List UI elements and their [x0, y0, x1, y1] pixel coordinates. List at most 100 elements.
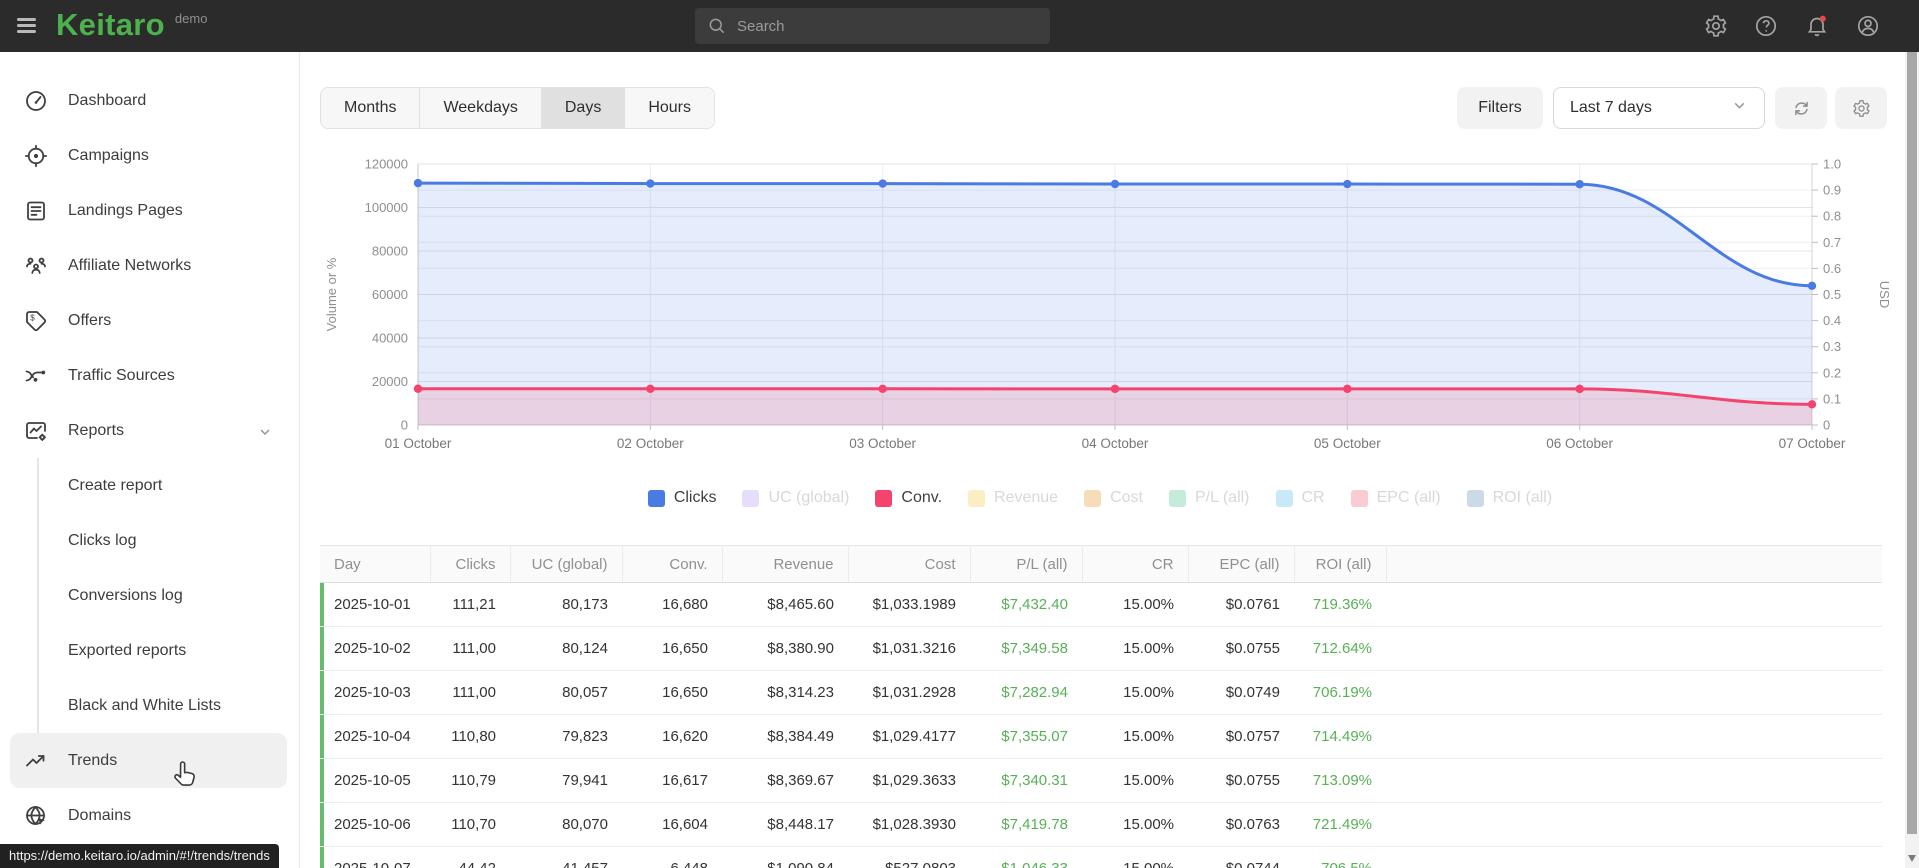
sidebar-item-affiliate-networks[interactable]: Affiliate Networks [0, 238, 299, 293]
column-header[interactable]: Revenue [722, 545, 849, 583]
table-cell: 110,70 [430, 802, 510, 847]
svg-text:02 October: 02 October [617, 436, 684, 451]
column-header[interactable]: CR [1082, 545, 1189, 583]
account-icon[interactable] [1856, 14, 1880, 38]
tab-hours[interactable]: Hours [624, 88, 715, 128]
sidebar-item-label: Dashboard [68, 91, 147, 109]
table-cell-filler [1386, 670, 1882, 715]
column-header[interactable]: UC (global) [510, 545, 623, 583]
hamburger-menu-icon[interactable] [17, 15, 41, 37]
date-range-select[interactable]: Last 7 days [1553, 87, 1765, 129]
sidebar-item-campaigns[interactable]: Campaigns [0, 128, 299, 183]
table-cell: 79,823 [510, 714, 622, 759]
column-header[interactable]: Conv. [622, 545, 723, 583]
column-header[interactable]: Cost [848, 545, 971, 583]
legend-swatch [968, 489, 986, 507]
table-cell: 80,057 [510, 670, 622, 715]
table-cell: 111,21 [430, 582, 510, 627]
sidebar-item-label: Reports [68, 421, 125, 439]
table-cell: $8,384.49 [722, 714, 848, 759]
sidebar-item-landings-pages[interactable]: Landings Pages [0, 183, 299, 238]
sidebar: Dashboard Campaigns Landings Pages Affil… [0, 52, 300, 868]
table-cell: $1,031.3216 [848, 626, 970, 671]
table-cell: 2025-10-05 [320, 758, 430, 803]
brand-badge: demo [174, 10, 208, 26]
vertical-scrollbar[interactable] [1905, 52, 1919, 868]
legend-item-conv[interactable]: Conv. [875, 489, 942, 507]
table-cell-filler [1386, 846, 1882, 868]
sidebar-item-domains[interactable]: Domains [0, 788, 299, 843]
svg-text:0.7: 0.7 [1823, 235, 1841, 250]
sidebar-item-label: Offers [68, 311, 112, 329]
table-cell: 6,448 [622, 846, 722, 868]
column-header[interactable]: ROI (all) [1294, 545, 1387, 583]
table-cell: $1,033.1989 [848, 582, 970, 627]
sidebar-item-offers[interactable]: $ Offers [0, 293, 299, 348]
reports-submenu: Create report Clicks log Conversions log… [37, 458, 299, 733]
notifications-icon[interactable] [1805, 14, 1829, 38]
sidebar-item-exported-reports[interactable]: Exported reports [39, 623, 299, 678]
table-row: 2025-10-06 110,70 80,070 16,604 $8,448.17 $1,… [320, 802, 1882, 847]
chart-settings-button[interactable] [1835, 87, 1887, 129]
sidebar-item-clicks-log[interactable]: Clicks log [39, 513, 299, 568]
column-header[interactable]: P/L (all) [970, 545, 1083, 583]
filters-button[interactable]: Filters [1457, 87, 1543, 129]
table-cell: 111,00 [430, 670, 510, 715]
svg-text:01 October: 01 October [385, 436, 452, 451]
table-cell: $7,340.31 [970, 758, 1082, 803]
svg-text:80000: 80000 [372, 244, 408, 259]
svg-text:03 October: 03 October [849, 436, 916, 451]
table-cell: 80,124 [510, 626, 622, 671]
tab-days[interactable]: Days [540, 88, 625, 128]
table-row: 2025-10-05 110,79 79,941 16,617 $8,369.67 $1,… [320, 758, 1882, 803]
sidebar-item-dashboard[interactable]: Dashboard [0, 73, 299, 128]
brand[interactable]: Keitaro demo [56, 7, 207, 43]
tab-weekdays[interactable]: Weekdays [419, 88, 541, 128]
legend-label: UC (global) [768, 489, 850, 506]
table-cell: $7,432.40 [970, 582, 1082, 627]
tab-months[interactable]: Months [321, 88, 420, 128]
svg-text:20000: 20000 [372, 374, 408, 389]
help-icon[interactable] [1754, 14, 1778, 38]
table-cell-filler [1386, 582, 1882, 627]
legend-item-uc-global[interactable]: UC (global) [742, 489, 849, 507]
column-header[interactable]: Day [320, 545, 431, 583]
legend-label: CR [1301, 489, 1325, 506]
table-cell: $1,046.33 [970, 846, 1082, 868]
sidebar-item-traffic-sources[interactable]: Traffic Sources [0, 348, 299, 403]
chevron-down-icon [1731, 97, 1748, 119]
sidebar-item-black-and-white-lists[interactable]: Black and White Lists [39, 678, 299, 733]
refresh-button[interactable] [1775, 87, 1827, 129]
table-cell: $8,380.90 [722, 626, 848, 671]
legend-label: EPC (all) [1376, 489, 1441, 506]
sidebar-item-conversions-log[interactable]: Conversions log [39, 568, 299, 623]
legend-item-epc-all[interactable]: EPC (all) [1350, 489, 1441, 507]
settings-icon[interactable] [1704, 14, 1728, 38]
table-cell: $527.0803 [848, 846, 970, 868]
sidebar-item-create-report[interactable]: Create report [39, 458, 299, 513]
sidebar-item-trends[interactable]: Trends [10, 733, 287, 788]
legend-item-p-l-all[interactable]: P/L (all) [1168, 489, 1250, 507]
table-cell: 2025-10-03 [320, 670, 430, 715]
legend-item-revenue[interactable]: Revenue [968, 489, 1058, 507]
table-cell: $1,090.84 [722, 846, 848, 868]
svg-text:0.2: 0.2 [1823, 365, 1841, 380]
column-header[interactable]: Clicks [430, 545, 511, 583]
affiliate-networks-icon [24, 254, 48, 278]
column-filler [1386, 545, 1882, 583]
search-box[interactable] [695, 8, 1050, 44]
scrollbar-down-arrow-icon[interactable] [1908, 855, 1916, 862]
table-row: 2025-10-0744,4241,4576,448$1,090.84$527.… [320, 846, 1882, 868]
table-cell: 110,79 [430, 758, 510, 803]
search-input[interactable] [737, 17, 1017, 35]
table-cell: 80,173 [510, 582, 622, 627]
legend-item-cost[interactable]: Cost [1084, 489, 1143, 507]
scrollbar-thumb[interactable] [1907, 52, 1917, 834]
legend-item-clicks[interactable]: Clicks [647, 489, 716, 507]
legend-item-cr[interactable]: CR [1275, 489, 1325, 507]
svg-text:40000: 40000 [372, 331, 408, 346]
column-header[interactable]: EPC (all) [1188, 545, 1295, 583]
sidebar-item-reports[interactable]: Reports [0, 403, 299, 458]
table-cell: 16,620 [622, 714, 722, 759]
legend-item-roi-all[interactable]: ROI (all) [1466, 489, 1552, 507]
